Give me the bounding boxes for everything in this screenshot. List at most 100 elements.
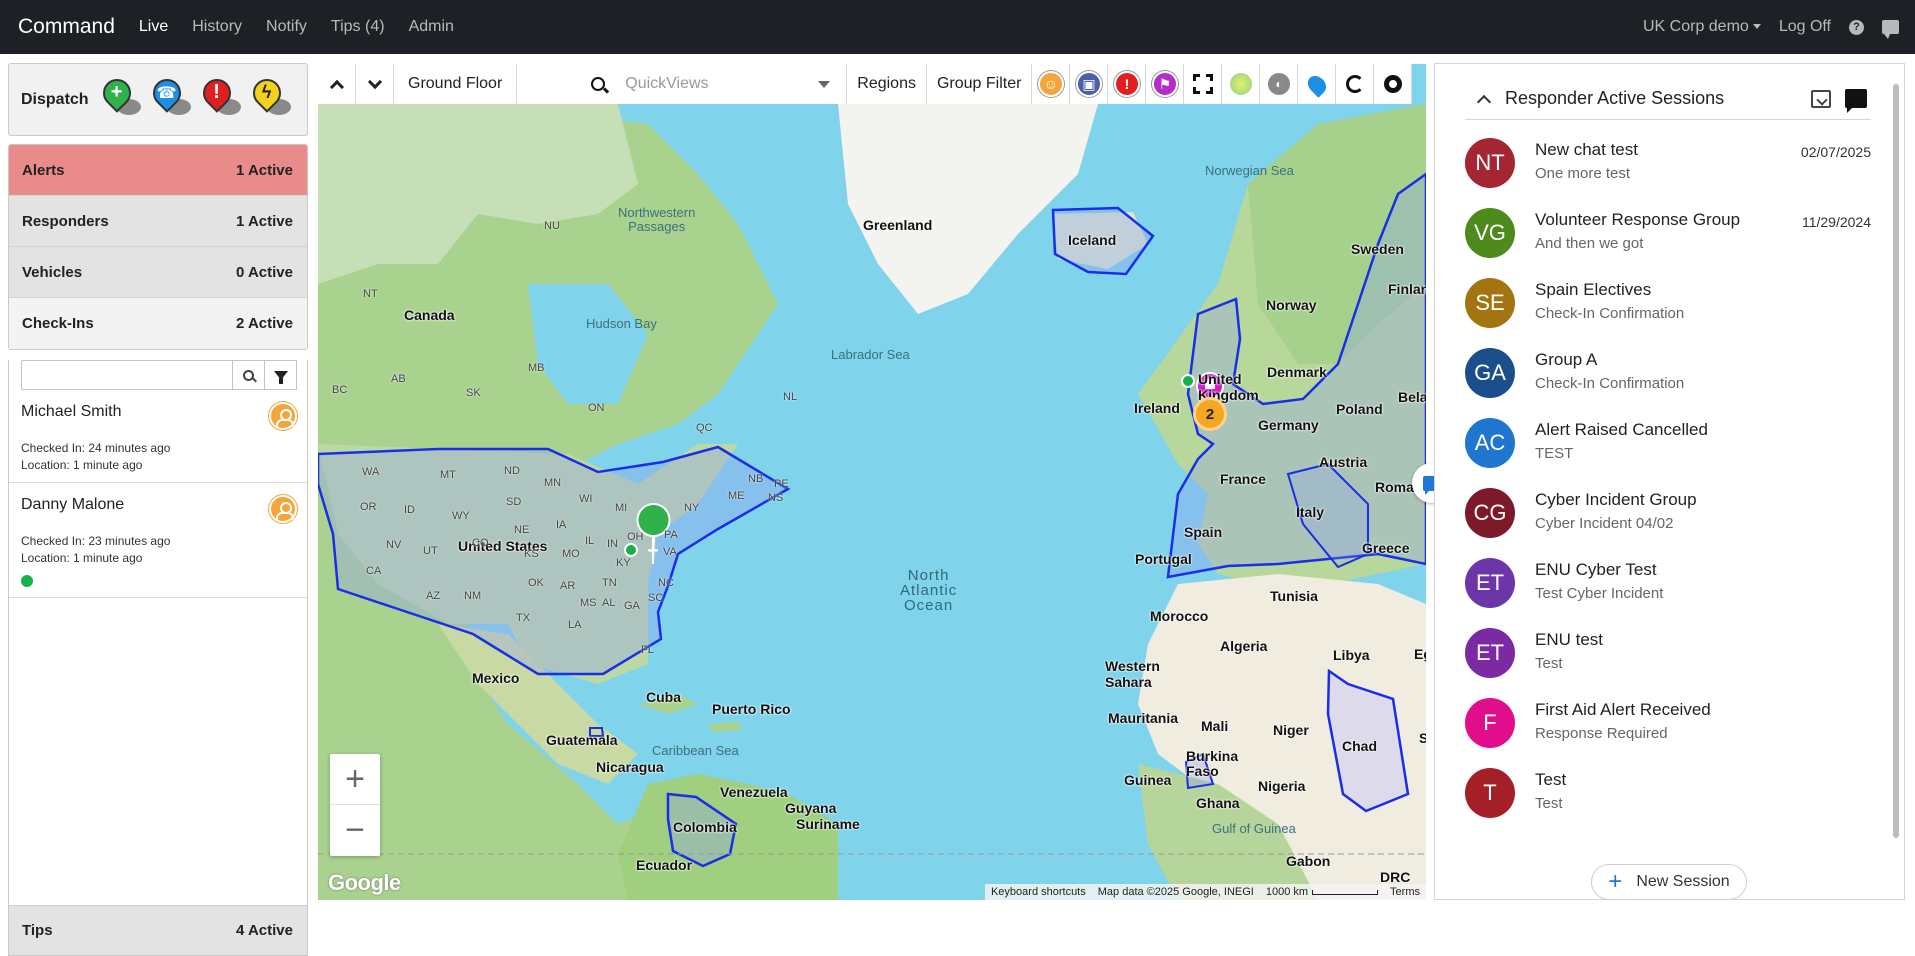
session-item[interactable]: AC Alert Raised Cancelled TEST (1465, 410, 1871, 480)
zoom-out-button[interactable]: − (330, 805, 380, 856)
alerts-layer-button[interactable]: ! (1108, 64, 1147, 104)
dispatch-phone-button[interactable]: ☎ (146, 72, 197, 123)
new-session-button[interactable]: + New Session (1591, 864, 1747, 900)
search-button[interactable] (233, 360, 265, 390)
vehicles-row[interactable]: Vehicles 0 Active (9, 247, 307, 298)
session-item[interactable]: GA Group A Check-In Confirmation (1465, 340, 1871, 410)
logoff-link[interactable]: Log Off (1779, 18, 1831, 36)
map-label-il: IL (585, 535, 595, 547)
floor-down-button[interactable] (356, 64, 394, 104)
session-item[interactable]: NT New chat test One more test 02/07/2025 (1465, 130, 1871, 200)
map-view[interactable]: + Greenland Iceland Canada United States… (318, 64, 1426, 900)
nav-live[interactable]: Live (139, 18, 168, 36)
map-label-sudan: S (1419, 730, 1426, 746)
filter-button[interactable] (265, 360, 297, 390)
session-last-message: One more test (1535, 165, 1631, 182)
location-button[interactable] (1298, 64, 1337, 104)
session-item[interactable]: ET ENU Cyber Test Test Cyber Incident (1465, 550, 1871, 620)
map-label-fl: FL (641, 644, 654, 656)
map-label-mo: MO (562, 548, 580, 560)
map-label-morocco: Morocco (1150, 608, 1209, 624)
session-item[interactable]: F First Aid Alert Received Response Requir… (1465, 690, 1871, 760)
session-item[interactable]: VG Volunteer Response Group And then we go… (1465, 200, 1871, 270)
map-label-ks: KS (524, 548, 539, 560)
chevron-up-icon (329, 79, 344, 94)
map-label-gabon: Gabon (1286, 853, 1331, 869)
map-label-romania: Roma (1375, 479, 1414, 495)
responder-person-icon (269, 402, 297, 430)
session-item[interactable]: ET ENU test Test (1465, 620, 1871, 690)
keyboard-shortcuts-link[interactable]: Keyboard shortcuts (985, 886, 1092, 898)
dispatch-first-aid-button[interactable]: + (96, 72, 147, 123)
tb-spacer (517, 64, 582, 104)
map-label-belarus: Bela (1398, 389, 1426, 405)
checkin-time: Checked In: 24 minutes ago (21, 441, 171, 455)
dispatch-bar: Dispatch + ☎ ! ϟ (8, 63, 308, 136)
group-filter-button[interactable]: Group Filter (926, 64, 1033, 104)
quickviews-select[interactable]: QuickViews (581, 64, 848, 104)
nav-tips[interactable]: Tips (4) (331, 18, 385, 36)
settings-button[interactable] (1374, 64, 1413, 104)
responders-row[interactable]: Responders 1 Active (9, 196, 307, 247)
responders-layer-button[interactable]: ☺ (1032, 64, 1071, 104)
map-label-va: VA (663, 546, 677, 558)
session-name: ENU Cyber Test (1535, 560, 1657, 579)
scrollbar-thumb[interactable] (1893, 84, 1899, 838)
nav-admin[interactable]: Admin (409, 18, 454, 36)
map-label-portugal: Portugal (1135, 551, 1192, 567)
refresh-button[interactable] (1336, 64, 1375, 104)
map-label-hudson-bay: Hudson Bay (586, 316, 657, 331)
scale-bar[interactable]: 1000 km (1260, 886, 1384, 898)
nav-history[interactable]: History (192, 18, 242, 36)
session-avatar: AC (1465, 418, 1515, 468)
zoom-in-button[interactable]: + (330, 754, 380, 805)
org-dropdown[interactable]: UK Corp demo (1643, 18, 1761, 36)
alerts-row[interactable]: Alerts 1 Active (9, 145, 307, 196)
archive-icon[interactable] (1811, 89, 1831, 108)
map-label-ar: AR (560, 580, 576, 592)
left-panel: Dispatch + ☎ ! ϟ Alerts 1 Active Respond (8, 63, 308, 956)
session-name: Volunteer Response Group (1535, 210, 1741, 229)
regions-button[interactable]: Regions (847, 64, 927, 104)
map-label-pa: PA (664, 529, 678, 541)
checkin-item[interactable]: Michael Smith Checked In: 24 minutes ago… (9, 390, 307, 483)
fullscreen-button[interactable] (1184, 64, 1223, 104)
zoom-control: + − (330, 754, 380, 856)
collapse-chevron-icon[interactable] (1476, 94, 1492, 109)
app-brand[interactable]: Command (18, 15, 115, 39)
nav-notify[interactable]: Notify (266, 18, 307, 36)
floor-up-button[interactable] (318, 64, 356, 104)
chat-icon[interactable] (1882, 20, 1899, 39)
session-item[interactable]: SE Spain Electives Check-In Confirmation (1465, 270, 1871, 340)
map-label-caribbean-sea: Caribbean Sea (652, 743, 739, 758)
session-avatar: VG (1465, 208, 1515, 258)
tips-layer-button[interactable]: ⚑ (1146, 64, 1185, 104)
first-aid-cross: + (647, 540, 659, 562)
tips-row[interactable]: Tips 4 Active (9, 905, 307, 955)
heatmap-button[interactable] (1222, 64, 1261, 104)
vehicles-layer-button[interactable]: ▣ (1070, 64, 1109, 104)
floor-label[interactable]: Ground Floor (394, 64, 518, 104)
quickviews-placeholder: QuickViews (625, 75, 709, 92)
checkins-search-input[interactable] (21, 360, 233, 390)
dispatch-alert-button[interactable]: ! (196, 72, 247, 123)
marker-cluster[interactable]: 2 (1193, 397, 1227, 431)
session-last-message: And then we got (1535, 235, 1644, 252)
session-item[interactable]: T Test Test (1465, 760, 1871, 830)
sessions-scrollbar[interactable] (1892, 70, 1900, 844)
dispatch-lightning-button[interactable]: ϟ (246, 72, 297, 123)
map-label-italy: Italy (1296, 504, 1325, 520)
map-label-ny: NY (684, 502, 700, 514)
help-icon[interactable]: ? (1849, 19, 1864, 35)
map-label-egypt: Eg (1414, 646, 1426, 662)
checkin-item[interactable]: Danny Malone Checked In: 23 minutes ago … (9, 483, 307, 598)
terms-link[interactable]: Terms (1384, 886, 1426, 898)
session-name: Spain Electives (1535, 280, 1652, 299)
map-label-venezuela: Venezuela (720, 784, 788, 800)
session-item[interactable]: CG Cyber Incident Group Cyber Incident 04/… (1465, 480, 1871, 550)
map-label-sweden: Sweden (1351, 241, 1404, 257)
checkins-row[interactable]: Check-Ins 2 Active (9, 298, 307, 349)
chat-icon[interactable] (1845, 89, 1867, 113)
satellite-button[interactable]: ◐ (1260, 64, 1299, 104)
map-label-ms: MS (580, 597, 597, 609)
